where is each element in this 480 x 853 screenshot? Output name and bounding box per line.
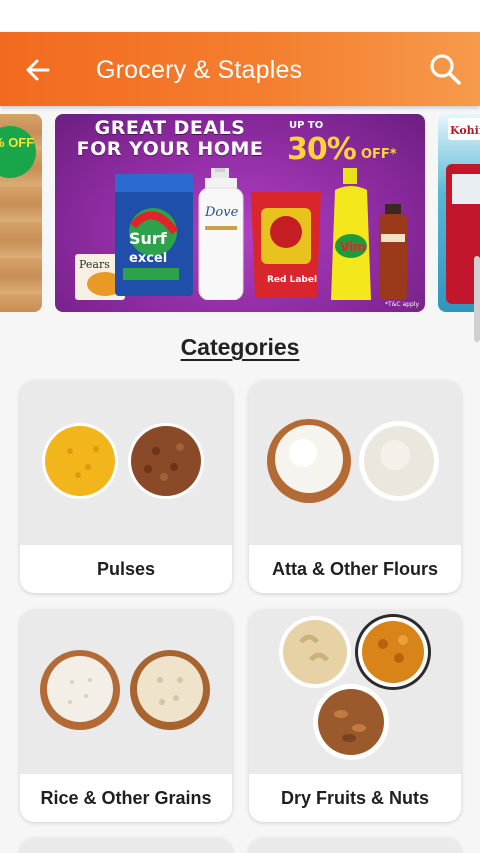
banner-previous[interactable]: 5% OFF — [0, 114, 42, 312]
category-label: Rice & Other Grains — [40, 788, 212, 808]
banner-off: OFF* — [361, 147, 397, 162]
status-bar — [0, 0, 480, 32]
category-label: Pulses — [96, 559, 156, 579]
discount-tag: 5% OFF — [0, 126, 36, 178]
category-image — [249, 610, 461, 774]
svg-text:Surf: Surf — [129, 229, 168, 248]
category-label: Dry Fruits & Nuts — [280, 788, 430, 808]
scrollbar-thumb[interactable] — [474, 256, 480, 342]
svg-text:Dove: Dove — [204, 205, 239, 220]
category-card-dry-fruits[interactable]: Dry Fruits & Nuts — [249, 610, 461, 822]
product-vaseline-icon — [379, 204, 407, 300]
category-image — [20, 838, 232, 853]
banner-great-deals[interactable]: GREAT DEALS FOR YOUR HOME UP TO 30% OFF*… — [55, 114, 425, 312]
product-dove-icon: Dove — [198, 168, 244, 300]
back-button[interactable] — [22, 54, 54, 86]
kohinoor-brand: Kohinoor — [450, 124, 480, 137]
svg-text:Pears: Pears — [79, 258, 110, 271]
pulses-bowls-icon — [42, 423, 204, 499]
search-button[interactable] — [428, 52, 464, 88]
app-bar: Grocery & Staples — [0, 32, 480, 106]
category-label: Atta & Other Flours — [271, 559, 438, 579]
page-title: Grocery & Staples — [96, 56, 303, 84]
banner-headline: GREAT DEALS FOR YOUR HOME — [55, 118, 285, 160]
product-vim-icon: Vim — [331, 168, 371, 300]
banner-headline-line2: FOR YOUR HOME — [76, 138, 264, 160]
flour-bowls-icon — [267, 419, 439, 503]
category-card-partial[interactable] — [249, 838, 461, 853]
banner-upto: UP TO — [289, 120, 324, 131]
category-image — [20, 381, 232, 545]
svg-text:Red Label: Red Label — [267, 275, 317, 285]
search-icon — [430, 54, 461, 85]
svg-text:excel: excel — [129, 251, 167, 266]
banner-percent: 30% — [287, 132, 357, 167]
dry-fruits-bowls-icon — [279, 614, 431, 760]
banner-headline-line1: GREAT DEALS — [94, 117, 246, 139]
product-surf-excel-icon: Surf excel — [115, 174, 193, 296]
category-card-rice[interactable]: Rice & Other Grains — [20, 610, 232, 822]
promo-carousel[interactable]: 5% OFF GREAT DEALS FOR YOUR HOME UP TO 3… — [0, 112, 480, 314]
category-image — [249, 381, 461, 545]
arrow-left-icon — [26, 59, 50, 81]
category-card-partial[interactable] — [20, 838, 232, 853]
rice-bowls-icon — [40, 650, 210, 730]
category-card-atta[interactable]: Atta & Other Flours — [249, 381, 461, 593]
svg-text:Vim: Vim — [340, 240, 366, 254]
category-image — [249, 838, 461, 853]
category-card-pulses[interactable]: Pulses — [20, 381, 232, 593]
product-red-label-icon: Red Label — [251, 192, 321, 298]
section-title: Categories — [180, 334, 300, 360]
category-image — [20, 610, 232, 774]
banner-terms: *T&C apply — [385, 301, 419, 308]
